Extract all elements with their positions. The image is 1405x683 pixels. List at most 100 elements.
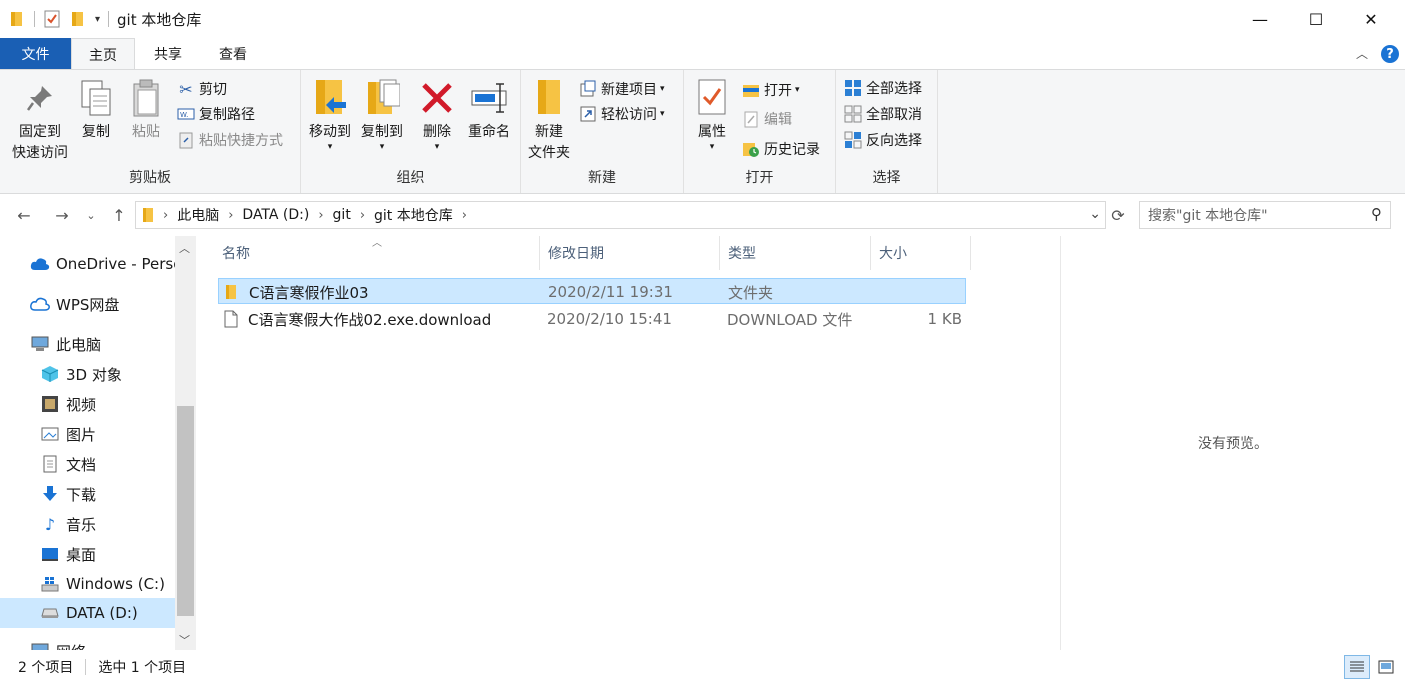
delete-button[interactable]: 删除 ▾ xyxy=(415,76,459,152)
navigation-pane: OneDrive - Perso WPS网盘 此电脑 3D 对象 视频 图片 文… xyxy=(0,236,196,650)
easy-access-button[interactable]: 轻松访问 ▾ xyxy=(579,102,665,126)
address-row: ← → ⌄ ↑ › 此电脑 › DATA (D:) › git › git 本地… xyxy=(0,194,1405,236)
item-count: 2 个项目 xyxy=(18,659,74,676)
copy-path-icon: W. xyxy=(177,105,195,123)
breadcrumb-separator-icon[interactable]: › xyxy=(228,208,233,223)
scroll-down-icon[interactable]: ﹀ xyxy=(179,632,190,648)
forward-button[interactable]: → xyxy=(50,202,74,228)
breadcrumb-separator-icon[interactable]: › xyxy=(462,208,467,223)
column-header-modified[interactable]: 修改日期 xyxy=(540,236,720,270)
file-row[interactable]: C语言寒假大作战02.exe.download 2020/2/10 15:41 … xyxy=(218,306,966,332)
invert-selection-icon xyxy=(844,131,862,149)
breadcrumb-separator-icon[interactable]: › xyxy=(318,208,323,223)
paste-shortcut-button[interactable]: 粘贴快捷方式 xyxy=(177,128,283,152)
collapse-ribbon-icon[interactable]: ︿ xyxy=(1356,45,1368,62)
breadcrumb-git-local-repo[interactable]: git 本地仓库 xyxy=(374,205,453,225)
help-icon[interactable]: ? xyxy=(1381,45,1399,63)
properties-check-icon[interactable] xyxy=(43,10,61,28)
refresh-button[interactable]: ⟳ xyxy=(1106,202,1130,228)
document-icon xyxy=(40,455,60,473)
scroll-thumb[interactable] xyxy=(177,406,194,616)
file-row[interactable]: C语言寒假作业03 2020/2/11 19:31 文件夹 xyxy=(218,278,966,304)
file-modified: 2020/2/11 19:31 xyxy=(548,283,673,301)
separator xyxy=(85,658,87,675)
history-button[interactable]: 历史记录 xyxy=(742,137,820,161)
breadcrumb-this-pc[interactable]: 此电脑 xyxy=(177,205,219,225)
move-to-button[interactable]: 移动到 ▾ xyxy=(305,76,355,152)
nav-item-network[interactable]: 网络 xyxy=(0,636,175,650)
easy-access-icon xyxy=(579,105,597,123)
nav-item-videos[interactable]: 视频 xyxy=(0,389,175,419)
new-folder-button[interactable]: 新建 文件夹 xyxy=(525,76,573,164)
nav-item-windows-c[interactable]: Windows (C:) xyxy=(0,569,175,599)
maximize-button[interactable]: ☐ xyxy=(1288,0,1344,38)
copy-to-icon xyxy=(362,76,402,120)
pin-quick-access-button[interactable]: 固定到 快速访问 xyxy=(8,76,72,164)
paste-button[interactable]: 粘贴 xyxy=(124,76,168,143)
tab-file[interactable]: 文件 xyxy=(0,38,71,69)
folder-icon[interactable] xyxy=(10,11,24,27)
breadcrumb-git[interactable]: git xyxy=(333,207,351,223)
column-header-type[interactable]: 类型 xyxy=(720,236,871,270)
breadcrumb-separator-icon[interactable]: › xyxy=(163,208,168,223)
scroll-up-icon[interactable]: ︿ xyxy=(179,240,190,256)
open-button[interactable]: 打开 ▾ xyxy=(742,78,800,102)
tab-view[interactable]: 查看 xyxy=(201,38,265,69)
column-header-name[interactable]: 名称 xyxy=(214,236,540,270)
copy-path-button[interactable]: W. 复制路径 xyxy=(177,102,255,126)
edit-button[interactable]: 编辑 xyxy=(742,107,792,131)
select-none-button[interactable]: 全部取消 xyxy=(844,102,922,126)
select-all-icon xyxy=(844,79,862,97)
back-button[interactable]: ← xyxy=(12,202,36,228)
details-view-button[interactable] xyxy=(1344,655,1370,679)
nav-item-documents[interactable]: 文档 xyxy=(0,449,175,479)
customize-toolbar-dropdown-icon[interactable]: ▾ xyxy=(95,14,100,25)
rename-button[interactable]: 重命名 xyxy=(463,76,515,143)
nav-scrollbar[interactable]: ︿ ﹀ xyxy=(175,236,196,650)
tab-share[interactable]: 共享 xyxy=(136,38,200,69)
copy-button[interactable]: 复制 xyxy=(74,76,118,143)
breadcrumb-separator-icon[interactable]: › xyxy=(360,208,365,223)
select-all-button[interactable]: 全部选择 xyxy=(844,76,922,100)
invert-selection-button[interactable]: 反向选择 xyxy=(844,128,922,152)
nav-item-wps[interactable]: WPS网盘 xyxy=(0,289,175,319)
selected-count: 选中 1 个项目 xyxy=(98,659,187,676)
nav-item-downloads[interactable]: 下载 xyxy=(0,479,175,509)
up-button[interactable]: ↑ xyxy=(107,202,131,228)
search-icon[interactable]: ⚲ xyxy=(1371,205,1382,223)
column-header-size[interactable]: 大小 xyxy=(871,236,971,270)
file-name: C语言寒假大作战02.exe.download xyxy=(248,310,492,329)
cut-button[interactable]: ✂ 剪切 xyxy=(177,77,227,101)
minimize-button[interactable]: — xyxy=(1232,0,1288,38)
nav-item-music[interactable]: ♪ 音乐 xyxy=(0,509,175,539)
ribbon-tabs: 文件 主页 共享 查看 ︿ ? xyxy=(0,38,1405,70)
group-clipboard: 固定到 快速访问 复制 粘贴 ✂ 剪切 W. 复制路径 粘贴快捷方式 剪贴板 xyxy=(0,70,301,193)
copy-icon xyxy=(76,76,116,120)
address-bar[interactable]: › 此电脑 › DATA (D:) › git › git 本地仓库 › ⌄ xyxy=(135,201,1106,229)
breadcrumb-data-drive[interactable]: DATA (D:) xyxy=(242,207,309,223)
properties-button[interactable]: 属性 ▾ xyxy=(690,76,734,152)
nav-item-3d-objects[interactable]: 3D 对象 xyxy=(0,359,175,389)
nav-item-desktop[interactable]: 桌面 xyxy=(0,539,175,569)
nav-item-this-pc[interactable]: 此电脑 xyxy=(0,329,175,359)
blank-file-icon xyxy=(224,306,238,332)
new-item-button[interactable]: 新建项目 ▾ xyxy=(579,77,665,101)
close-button[interactable]: ✕ xyxy=(1343,0,1399,38)
nav-item-onedrive[interactable]: OneDrive - Perso xyxy=(0,249,175,279)
new-item-icon xyxy=(579,80,597,98)
drive-icon xyxy=(40,604,60,622)
wps-cloud-icon xyxy=(30,295,50,313)
window-title: git 本地仓库 xyxy=(117,10,202,29)
large-icons-view-button[interactable] xyxy=(1374,655,1398,679)
copy-to-button[interactable]: 复制到 ▾ xyxy=(357,76,407,152)
new-folder-icon[interactable] xyxy=(71,11,85,27)
nav-item-pictures[interactable]: 图片 xyxy=(0,419,175,449)
address-history-chevron-icon[interactable]: ⌄ xyxy=(1089,206,1101,222)
search-input[interactable]: 搜索"git 本地仓库" ⚲ xyxy=(1139,201,1391,229)
dropdown-arrow-icon: ▾ xyxy=(660,84,665,94)
file-type: 文件夹 xyxy=(728,283,774,302)
nav-item-data-d[interactable]: DATA (D:) xyxy=(0,598,175,628)
recent-locations-chevron-icon[interactable]: ⌄ xyxy=(82,202,100,228)
group-open: 属性 ▾ 打开 ▾ 编辑 历史记录 打开 xyxy=(684,70,836,193)
tab-home[interactable]: 主页 xyxy=(71,38,135,70)
